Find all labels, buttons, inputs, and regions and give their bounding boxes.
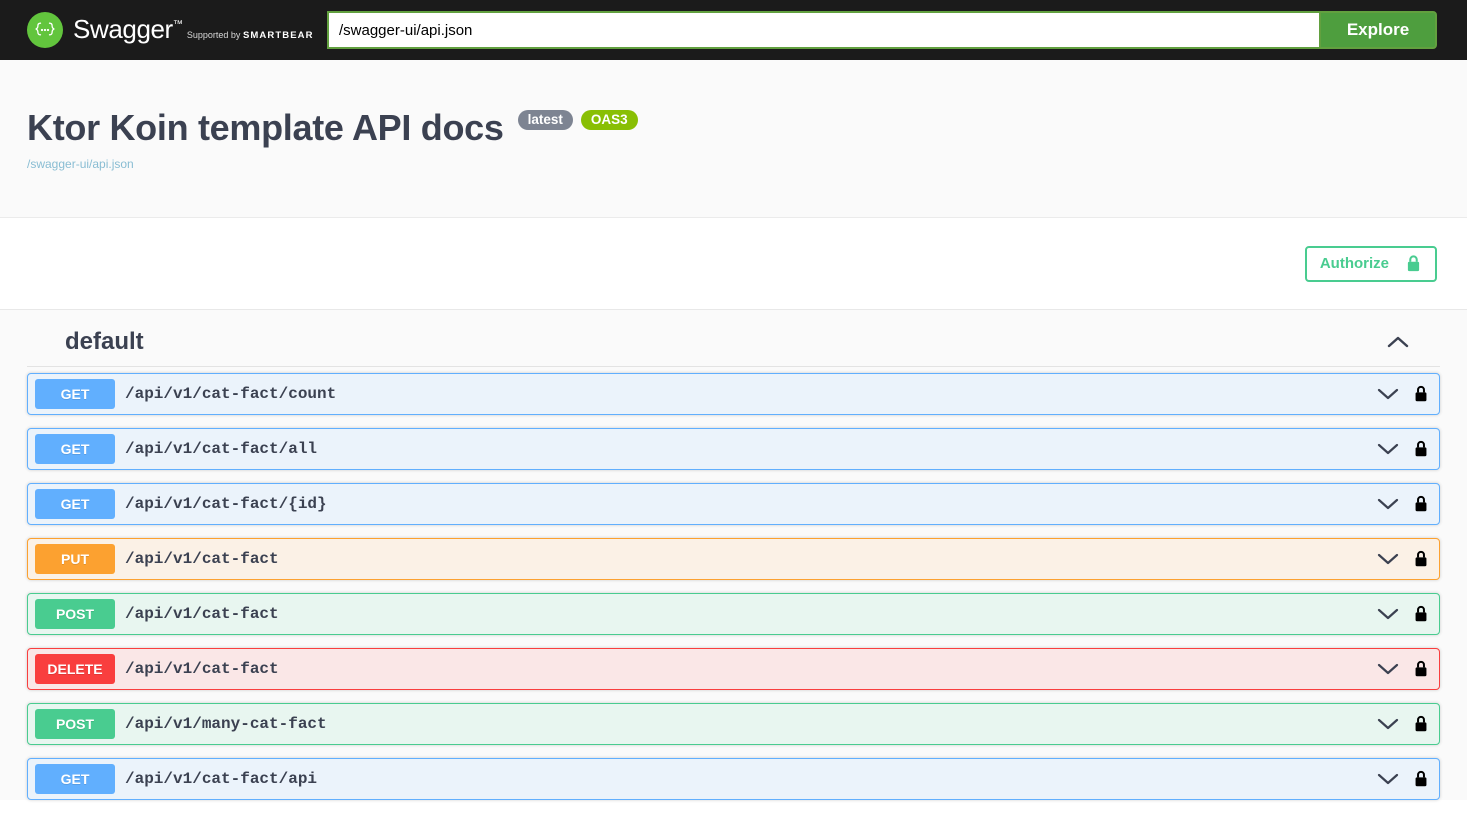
operation-method-badge: GET xyxy=(35,489,115,519)
operation-path: /api/v1/cat-fact xyxy=(125,550,279,568)
operation-row[interactable]: POST/api/v1/many-cat-fact xyxy=(27,703,1440,745)
operation-method-badge: PUT xyxy=(35,544,115,574)
operation-controls xyxy=(1377,604,1439,624)
lock-icon xyxy=(1405,254,1422,273)
swagger-logo[interactable]: Swagger™ Supported by SMARTBEAR xyxy=(27,12,327,48)
chevron-down-icon[interactable] xyxy=(1377,387,1399,401)
operations-list: GET/api/v1/cat-fact/count GET/api/v1/cat-… xyxy=(0,367,1467,800)
lock-icon[interactable] xyxy=(1413,384,1429,404)
chevron-down-icon[interactable] xyxy=(1377,662,1399,676)
chevron-down-icon[interactable] xyxy=(1377,552,1399,566)
operation-controls xyxy=(1377,659,1439,679)
operation-method-badge: DELETE xyxy=(35,654,115,684)
logo-wordmark: Swagger™ xyxy=(73,14,183,44)
operation-path: /api/v1/cat-fact/{id} xyxy=(125,495,327,513)
page-title: Ktor Koin template API docs xyxy=(27,107,504,148)
authorize-label: Authorize xyxy=(1319,255,1389,272)
operation-row[interactable]: GET/api/v1/cat-fact/api xyxy=(27,758,1440,800)
smartbear-brand: SMARTBEAR xyxy=(242,30,314,41)
operation-row[interactable]: POST/api/v1/cat-fact xyxy=(27,593,1440,635)
version-badge: latest xyxy=(517,109,573,131)
topbar: Swagger™ Supported by SMARTBEAR Explore xyxy=(0,0,1467,60)
lock-icon[interactable] xyxy=(1413,659,1429,679)
operation-controls xyxy=(1377,439,1439,459)
operation-row[interactable]: DELETE/api/v1/cat-fact xyxy=(27,648,1440,690)
lock-icon[interactable] xyxy=(1413,604,1429,624)
tag-header-default[interactable]: default xyxy=(27,310,1440,367)
authorize-button[interactable]: Authorize xyxy=(1304,245,1437,282)
chevron-down-icon[interactable] xyxy=(1377,442,1399,456)
trademark-symbol: ™ xyxy=(172,19,183,30)
operation-row[interactable]: PUT/api/v1/cat-fact xyxy=(27,538,1440,580)
chevron-down-icon[interactable] xyxy=(1377,497,1399,511)
auth-wrapper: Authorize xyxy=(0,218,1467,310)
lock-icon[interactable] xyxy=(1413,549,1429,569)
chevron-down-icon[interactable] xyxy=(1377,717,1399,731)
lock-icon[interactable] xyxy=(1413,494,1429,514)
lock-icon[interactable] xyxy=(1413,769,1429,789)
logo-text-block: Swagger™ Supported by SMARTBEAR xyxy=(73,16,314,44)
lock-icon[interactable] xyxy=(1413,714,1429,734)
logo-supported-by: Supported by SMARTBEAR xyxy=(186,30,314,41)
operation-method-badge: GET xyxy=(35,379,115,409)
api-title-row: Ktor Koin template API docs latest OAS3 xyxy=(27,107,1440,149)
spec-url-link[interactable]: /swagger-ui/api.json xyxy=(27,157,1440,171)
operation-path: /api/v1/cat-fact/count xyxy=(125,385,337,403)
operation-method-badge: GET xyxy=(35,434,115,464)
operation-path: /api/v1/many-cat-fact xyxy=(125,715,327,733)
explore-button[interactable]: Explore xyxy=(1319,11,1437,49)
operation-controls xyxy=(1377,494,1439,514)
operation-path: /api/v1/cat-fact xyxy=(125,605,279,623)
operation-method-badge: POST xyxy=(35,709,115,739)
spec-url-form: Explore xyxy=(327,11,1467,49)
operation-row[interactable]: GET/api/v1/cat-fact/count xyxy=(27,373,1440,415)
operation-controls xyxy=(1377,714,1439,734)
swagger-braces-icon xyxy=(27,12,63,48)
tag-section-default: default GET/api/v1/cat-fact/count GET/api… xyxy=(0,310,1467,800)
operation-controls xyxy=(1377,384,1439,404)
operation-method-badge: GET xyxy=(35,764,115,794)
chevron-down-icon[interactable] xyxy=(1377,607,1399,621)
chevron-down-icon[interactable] xyxy=(1377,772,1399,786)
operation-path: /api/v1/cat-fact/api xyxy=(125,770,318,788)
operation-path: /api/v1/cat-fact/all xyxy=(125,440,318,458)
operation-path: /api/v1/cat-fact xyxy=(125,660,279,678)
lock-icon[interactable] xyxy=(1413,439,1429,459)
operation-row[interactable]: GET/api/v1/cat-fact/{id} xyxy=(27,483,1440,525)
operation-controls xyxy=(1377,769,1439,789)
api-info-section: Ktor Koin template API docs latest OAS3 … xyxy=(0,60,1467,218)
operation-method-badge: POST xyxy=(35,599,115,629)
tag-title: default xyxy=(65,328,144,355)
operation-row[interactable]: GET/api/v1/cat-fact/all xyxy=(27,428,1440,470)
oas-badge: OAS3 xyxy=(580,109,638,131)
chevron-up-icon[interactable] xyxy=(1383,331,1413,353)
operation-controls xyxy=(1377,549,1439,569)
spec-url-input[interactable] xyxy=(327,11,1319,49)
